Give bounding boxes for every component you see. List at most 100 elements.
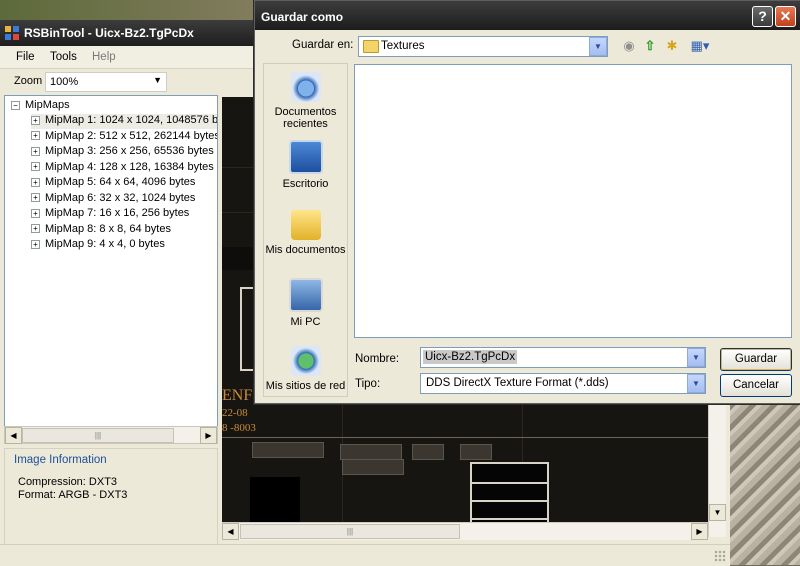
zoom-value: 100% xyxy=(50,76,79,88)
my-computer-icon xyxy=(288,278,323,312)
scroll-left-icon[interactable]: ◀ xyxy=(5,427,22,444)
file-type-select[interactable]: DDS DirectX Texture Format (*.dds) ▼ xyxy=(420,373,706,394)
scroll-left-icon[interactable]: ◀ xyxy=(222,523,239,540)
place-label: Escritorio xyxy=(282,178,329,190)
place-network[interactable]: Mis sitios de red xyxy=(264,346,347,392)
tree-item-mipmap[interactable]: + MipMap 6: 32 x 32, 1024 bytes xyxy=(31,192,195,207)
window-title: RSBinTool - Uicx-Bz2.TgPcDx xyxy=(24,26,194,40)
place-my-computer[interactable]: Mi PC xyxy=(264,278,347,328)
place-label: Mi PC xyxy=(290,316,321,328)
menu-bar: File Tools Help xyxy=(0,46,256,69)
expand-icon[interactable]: + xyxy=(31,208,40,218)
preview-tag xyxy=(340,444,402,460)
new-folder-icon[interactable]: ✱ xyxy=(663,37,681,54)
resize-grip-icon[interactable] xyxy=(714,550,726,562)
preview-tag xyxy=(252,442,324,458)
chevron-down-icon[interactable]: ▼ xyxy=(589,37,607,56)
tree-item-label: MipMap 2: 512 x 512, 262144 bytes xyxy=(45,129,218,142)
preview-tag xyxy=(412,444,444,460)
tree-item-label: MipMap 8: 8 x 8, 64 bytes xyxy=(45,222,171,235)
scroll-right-icon[interactable]: ▶ xyxy=(691,523,708,540)
tree-item-mipmap[interactable]: + MipMap 3: 256 x 256, 65536 bytes xyxy=(31,145,214,160)
chevron-down-icon[interactable]: ▼ xyxy=(153,75,162,85)
expand-icon[interactable]: + xyxy=(31,146,40,156)
expand-icon[interactable]: + xyxy=(31,115,40,125)
dialog-titlebar[interactable]: Guardar como ? ✕ xyxy=(255,1,800,30)
save-as-dialog: Guardar como ? ✕ Guardar en: Textures ▼ … xyxy=(254,0,800,404)
zoom-select[interactable]: 100% ▼ xyxy=(45,72,167,92)
file-type-value: DDS DirectX Texture Format (*.dds) xyxy=(426,377,609,389)
collapse-icon[interactable]: − xyxy=(11,100,20,110)
scroll-down-icon[interactable]: ▼ xyxy=(709,504,726,521)
scroll-thumb[interactable]: ||| xyxy=(22,428,174,443)
cancel-button[interactable]: Cancelar xyxy=(720,374,792,397)
save-in-select[interactable]: Textures ▼ xyxy=(358,36,608,57)
desktop-background-right xyxy=(730,395,800,565)
tree-item-label: MipMap 5: 64 x 64, 4096 bytes xyxy=(45,176,196,188)
chevron-down-icon[interactable]: ▼ xyxy=(687,348,705,367)
expand-icon[interactable]: + xyxy=(31,224,40,234)
help-button[interactable]: ? xyxy=(752,6,773,27)
tree-item-label: MipMap 6: 32 x 32, 1024 bytes xyxy=(45,191,196,204)
app-icon xyxy=(5,26,19,40)
desktop-icon xyxy=(288,140,323,174)
folder-icon xyxy=(363,40,379,53)
views-menu-icon[interactable]: ▦▾ xyxy=(687,37,713,54)
file-name-value: Uicx-Bz2.TgPcDx xyxy=(423,350,518,364)
place-recent-documents[interactable]: Documentos recientes xyxy=(264,72,347,130)
expand-icon[interactable]: + xyxy=(31,239,40,249)
expand-icon[interactable]: + xyxy=(31,162,40,172)
scroll-right-icon[interactable]: ▶ xyxy=(200,427,217,444)
scroll-thumb[interactable]: ||| xyxy=(240,524,460,539)
save-button[interactable]: Guardar xyxy=(720,348,792,371)
recent-documents-icon xyxy=(290,72,321,102)
file-name-input[interactable]: Uicx-Bz2.TgPcDx ▼ xyxy=(420,347,706,368)
tree-item-mipmap[interactable]: + MipMap 1: 1024 x 1024, 1048576 by xyxy=(31,114,218,129)
place-label: Mis sitios de red xyxy=(265,380,346,392)
tree-item-mipmap[interactable]: + MipMap 9: 4 x 4, 0 bytes xyxy=(31,238,165,253)
tree-item-label: MipMap 7: 16 x 16, 256 bytes xyxy=(45,207,190,219)
info-format: Format: ARGB - DXT3 xyxy=(18,489,128,501)
menu-tools[interactable]: Tools xyxy=(50,51,77,63)
tree-item-label: MipMap 9: 4 x 4, 0 bytes xyxy=(45,238,165,250)
my-documents-icon xyxy=(290,210,321,240)
tree-item-mipmap[interactable]: + MipMap 5: 64 x 64, 4096 bytes xyxy=(31,176,195,191)
chevron-down-icon[interactable]: ▼ xyxy=(687,374,705,393)
save-in-value: Textures xyxy=(381,40,425,52)
tree-root[interactable]: − MipMaps xyxy=(11,99,70,114)
back-icon[interactable]: ◉ xyxy=(620,37,638,54)
preview-text: ENF xyxy=(222,387,253,404)
expand-icon[interactable]: + xyxy=(31,177,40,187)
tree-item-label: MipMap 1: 1024 x 1024, 1048576 by xyxy=(45,114,218,126)
image-information-panel: Image Information Compression: DXT3 Form… xyxy=(4,448,218,545)
tree-item-mipmap[interactable]: + MipMap 2: 512 x 512, 262144 bytes xyxy=(31,129,218,145)
zoom-label: Zoom xyxy=(14,75,43,87)
up-folder-icon[interactable]: ⇧ xyxy=(641,37,659,54)
tree-item-label: MipMap 3: 256 x 256, 65536 bytes xyxy=(45,145,214,157)
tree-horizontal-scrollbar[interactable]: ◀ ||| ▶ xyxy=(4,426,218,444)
mipmap-tree[interactable]: − MipMaps + MipMap 1: 1024 x 1024, 1048576… xyxy=(4,95,218,443)
preview-tag xyxy=(342,459,404,475)
preview-text: 8 -8003 xyxy=(222,422,256,434)
place-desktop[interactable]: Escritorio xyxy=(264,140,347,190)
save-in-label: Guardar en: xyxy=(292,39,354,51)
file-list[interactable] xyxy=(354,64,792,338)
tree-item-label: MipMap 4: 128 x 128, 16384 bytes xyxy=(45,160,214,173)
preview-horizontal-scrollbar[interactable]: ◀ ||| ▶ xyxy=(222,522,708,540)
expand-icon[interactable]: + xyxy=(31,131,40,141)
menu-file[interactable]: File xyxy=(16,51,35,63)
zoom-toolbar: Zoom 100% ▼ xyxy=(0,69,256,93)
main-titlebar[interactable]: RSBinTool - Uicx-Bz2.TgPcDx xyxy=(0,20,256,46)
menu-help[interactable]: Help xyxy=(92,51,116,63)
close-button[interactable]: ✕ xyxy=(775,6,796,27)
place-my-documents[interactable]: Mis documentos xyxy=(264,210,347,256)
tree-item-mipmap[interactable]: + MipMap 8: 8 x 8, 64 bytes xyxy=(31,223,171,238)
expand-icon[interactable]: + xyxy=(31,193,40,203)
preview-tag xyxy=(460,444,492,460)
places-bar: Documentos recientes Escritorio Mis docu… xyxy=(263,63,348,397)
preview-text: 22-08 xyxy=(222,407,248,419)
tree-item-mipmap[interactable]: + MipMap 7: 16 x 16, 256 bytes xyxy=(31,207,189,222)
status-bar xyxy=(0,544,730,566)
info-compression: Compression: DXT3 xyxy=(18,476,118,488)
tree-item-mipmap[interactable]: + MipMap 4: 128 x 128, 16384 bytes xyxy=(31,161,214,176)
